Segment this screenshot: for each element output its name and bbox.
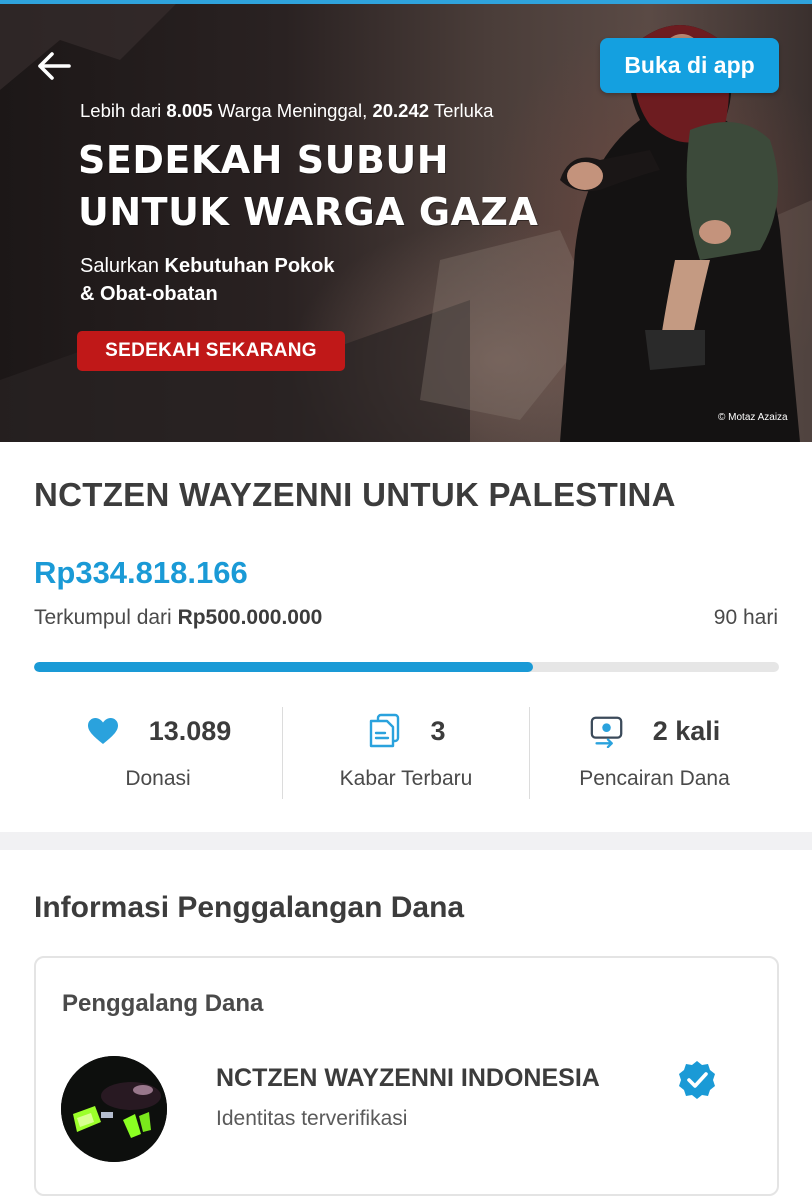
campaign-stats: 13.089 Donasi 3 Kabar Terbaru 2 kali Pen… (34, 705, 779, 801)
organizer-card[interactable]: Penggalang Dana NCTZEN WAYZENNI INDONESI… (34, 956, 779, 1196)
stat-value: 13.089 (148, 715, 232, 746)
banner-description-line-2: & Obat-obatan (80, 283, 218, 305)
section-separator (0, 832, 812, 850)
organizer-heading: Penggalang Dana (62, 990, 264, 1017)
banner-donate-now-badge: SEDEKAH SEKARANG (77, 331, 345, 371)
funding-progress-bar (34, 662, 779, 672)
banner-description-line-1: Salurkan Kebutuhan Pokok (80, 255, 335, 277)
stat-label: Kabar Terbaru (339, 767, 473, 790)
banner-title-line-2: UNTUK WARGA GAZA (78, 190, 539, 234)
verified-badge-icon (679, 1061, 715, 1099)
campaign-banner: Buka di app Lebih dari 8.005 Warga Menin… (0, 0, 812, 442)
target-amount-text: Terkumpul dari Rp500.000.000 (34, 606, 323, 629)
organizer-avatar[interactable] (61, 1056, 167, 1162)
stat-donations[interactable]: 13.089 Donasi (34, 705, 282, 801)
heart-icon (85, 713, 121, 749)
stat-label: Donasi (125, 767, 191, 790)
stat-disbursements[interactable]: 2 kali Pencairan Dana (530, 705, 779, 801)
stat-news-updates[interactable]: 3 Kabar Terbaru (283, 705, 529, 801)
top-accent-line (0, 0, 812, 4)
news-updates-icon (366, 713, 402, 749)
amount-collected: Rp334.818.166 (34, 555, 248, 590)
stat-value: 3 (430, 715, 446, 746)
open-in-app-button[interactable]: Buka di app (600, 38, 779, 93)
funding-progress-fill (34, 662, 534, 672)
banner-title-line-1: SEDEKAH SUBUH (78, 138, 450, 182)
banner-casualty-line: Lebih dari 8.005 Warga Meninggal, 20.242… (80, 100, 494, 121)
back-button[interactable] (30, 44, 78, 88)
back-arrow-icon (38, 52, 71, 80)
photo-credit: © Motaz Azaiza (718, 412, 788, 423)
stat-value: 2 kali (652, 715, 721, 746)
stat-label: Pencairan Dana (579, 767, 730, 790)
campaign-title: NCTZEN WAYZENNI UNTUK PALESTINA (34, 476, 676, 513)
days-remaining: 90 hari (713, 606, 778, 629)
organizer-name: NCTZEN WAYZENNI INDONESIA (216, 1064, 600, 1092)
fundraising-info-heading: Informasi Penggalangan Dana (34, 891, 465, 924)
organizer-verification-status: Identitas terverifikasi (216, 1107, 408, 1130)
disbursement-icon (589, 713, 625, 749)
